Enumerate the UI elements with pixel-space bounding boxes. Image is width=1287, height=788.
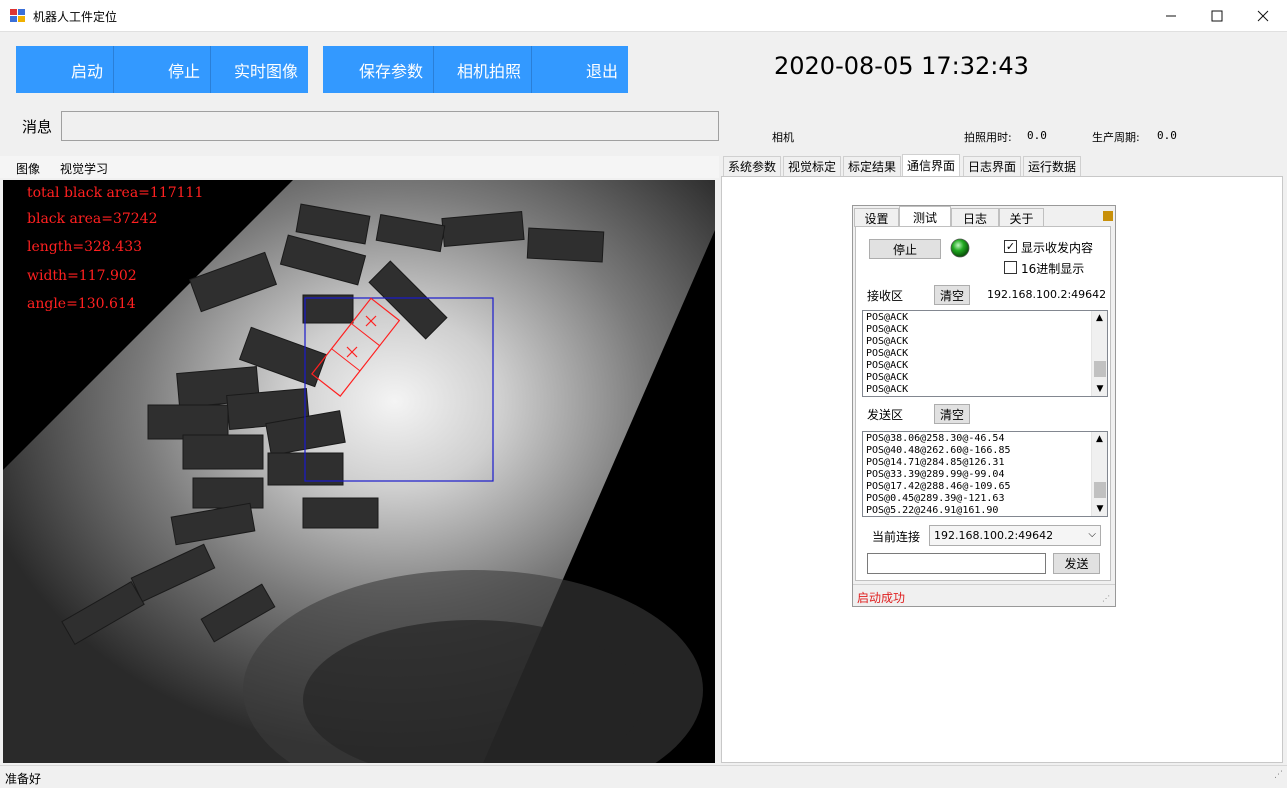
cycle-value: 0.0 [1157,129,1177,142]
send-line[interactable]: POS@40.48@262.60@-166.85 [863,445,1107,457]
receive-line[interactable]: POS@ACK [863,348,1107,360]
comm-stop-button[interactable]: 停止 [869,239,941,259]
clear-receive-button[interactable]: 清空 [934,285,970,305]
receive-list[interactable]: POS@ACK POS@ACK POS@ACK POS@ACK POS@ACK POS@A… [862,310,1108,397]
send-line[interactable]: POS@14.71@284.85@126.31 [863,457,1107,469]
send-line[interactable]: POS@33.39@289.99@-99.04 [863,469,1107,481]
tab-communication[interactable]: 通信界面 [902,154,961,176]
comm-tab-about[interactable]: 关于 [999,208,1044,227]
receive-line[interactable]: POS@ACK [863,360,1107,372]
send-input[interactable] [867,553,1046,574]
cycle-label: 生产周期: [1092,131,1140,144]
window-title: 机器人工件定位 [33,10,118,24]
send-line[interactable]: POS@5.22@246.91@161.90 [863,505,1107,516]
overlay-total-area: total black area=117111 [27,185,204,201]
window-resize-grip-icon[interactable]: ⋰ [1274,770,1283,780]
divider [853,584,1115,585]
minimize-icon[interactable] [1148,0,1194,32]
camera-label: 相机 [772,131,794,144]
tab-run-data[interactable]: 运行数据 [1023,156,1082,176]
exit-button[interactable]: 退出 [532,46,628,93]
show-content-label: 显示收发内容 [1021,241,1094,255]
stop-button[interactable]: 停止 [114,46,211,93]
comm-tab-settings[interactable]: 设置 [854,208,899,227]
send-list[interactable]: POS@38.06@258.30@-46.54 POS@40.48@262.60@… [862,431,1108,517]
connection-select-value: 192.168.100.2:49642 [934,529,1054,542]
send-line[interactable]: POS@0.45@289.39@-121.63 [863,493,1107,505]
shot-time-label: 拍照用时: [964,131,1012,144]
tab-log[interactable]: 日志界面 [963,156,1022,176]
send-scrollbar[interactable]: ▲ ▼ [1091,432,1107,516]
save-params-button[interactable]: 保存参数 [323,46,434,93]
message-field[interactable] [61,111,719,141]
receive-line[interactable]: POS@ACK [863,372,1107,384]
send-line[interactable]: POS@17.42@288.46@-109.65 [863,481,1107,493]
overlay-width: width=117.902 [27,268,137,284]
send-line[interactable]: POS@38.06@258.30@-46.54 [863,433,1107,445]
menu-vision-learning[interactable]: 视觉学习 [60,160,108,177]
show-content-checkbox[interactable]: ✓ [1004,240,1017,253]
send-area-label: 发送区 [867,408,904,422]
camera-image-view[interactable]: total black area=117111 black area=37242… [3,180,715,763]
comm-tab-log[interactable]: 日志 [951,208,999,227]
receive-line[interactable]: POS@ACK [863,312,1107,324]
connection-led-icon [950,238,970,261]
overlay-black-area: black area=37242 [27,211,158,227]
send-button[interactable]: 发送 [1053,553,1100,574]
tab-vision-calibration[interactable]: 视觉标定 [783,156,842,176]
overlay-angle: angle=130.614 [27,296,136,312]
connection-select[interactable]: 192.168.100.2:49642 ⌵ [929,525,1101,546]
chevron-down-icon: ⌵ [1088,529,1096,540]
comm-tab-test[interactable]: 测试 [899,206,951,227]
title-bar: 机器人工件定位 [0,0,1287,32]
status-square-icon [1103,211,1113,221]
tab-system-params[interactable]: 系统参数 [723,156,782,176]
hex-display-label: 16进制显示 [1021,262,1085,276]
shot-time-value: 0.0 [1027,129,1047,142]
receive-area-label: 接收区 [867,289,904,303]
receive-line[interactable]: POS@ACK [863,384,1107,396]
close-icon[interactable] [1240,0,1286,32]
receive-address: 192.168.100.2:49642 [987,288,1107,301]
receive-line[interactable]: POS@ACK [863,324,1107,336]
app-icon [10,9,26,23]
overlay-length: length=328.433 [27,239,143,255]
start-button[interactable]: 启动 [16,46,114,93]
status-bar: 准备好 ⋰ [0,765,1287,788]
receive-line[interactable]: POS@ACK [863,336,1107,348]
live-image-button[interactable]: 实时图像 [211,46,308,93]
comm-status-text: 启动成功 [857,591,906,605]
menu-image[interactable]: 图像 [16,160,40,177]
camera-capture-button[interactable]: 相机拍照 [434,46,532,93]
maximize-icon[interactable] [1194,0,1240,32]
receive-scrollbar[interactable]: ▲ ▼ [1091,311,1107,396]
current-connection-label: 当前连接 [872,530,921,544]
hex-display-checkbox[interactable] [1004,261,1017,274]
tab-calibration-result[interactable]: 标定结果 [843,156,902,176]
datetime-display: 2020-08-05 17:32:43 [774,52,1029,80]
resize-grip-icon[interactable]: ⋰ [1102,594,1110,603]
message-label: 消息 [22,118,53,136]
clear-send-button[interactable]: 清空 [934,404,970,424]
status-text: 准备好 [5,772,42,786]
